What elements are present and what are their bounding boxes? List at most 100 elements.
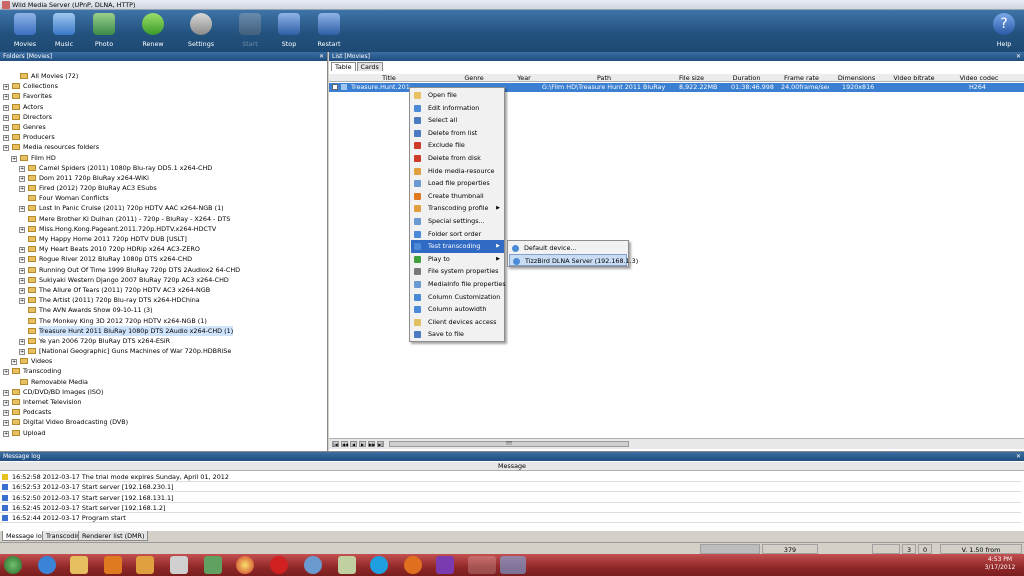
log-line[interactable]: 16:52:44 2012-03-17 Program start — [0, 513, 1021, 524]
column-header[interactable]: Year — [504, 74, 544, 82]
tree-node[interactable]: + Videos — [0, 356, 328, 366]
settings-button[interactable]: Settings — [183, 13, 219, 51]
tree-node[interactable]: Mere Brother Ki Dulhan (2011) - 720p - B… — [0, 214, 328, 224]
expand-icon[interactable]: + — [3, 114, 9, 121]
help-button[interactable]: ? Help — [986, 13, 1022, 51]
movies-button[interactable]: Movies — [7, 13, 43, 51]
tree-node[interactable]: + Media resources folders — [0, 142, 328, 152]
column-header[interactable]: Dimensions — [834, 74, 879, 82]
scroll-thumb[interactable]: !!! — [389, 441, 629, 447]
column-header[interactable]: File size — [669, 74, 714, 82]
tree-node[interactable]: Treasure Hunt 2011 BluRay 1080p DTS 2Aud… — [0, 325, 328, 336]
prev-page-icon[interactable]: ◀◀ — [341, 441, 348, 447]
tree-node[interactable]: + Lost In Panic Cruise (2011) 720p HDTV A… — [0, 203, 328, 213]
context-menu-item[interactable]: Transcoding profile ▶ — [411, 202, 504, 215]
submenu-item-default-device[interactable]: Default device... — [509, 242, 627, 254]
music-button[interactable]: Music — [46, 13, 82, 51]
tree-node[interactable]: + Internet Television — [0, 397, 328, 407]
tree-node[interactable]: + Camel Spiders (2011) 1080p Blu-ray DD5.… — [0, 163, 328, 173]
log-line[interactable]: 16:52:58 2012-03-17 The trial mode expir… — [0, 472, 1021, 482]
tree-node[interactable]: + Digital Video Broadcasting (DVB) — [0, 417, 328, 427]
log-line[interactable]: 16:52:53 2012-03-17 Start server [192.16… — [0, 482, 1021, 493]
context-menu-item[interactable]: Client devices access — [411, 316, 504, 329]
expand-icon[interactable]: + — [19, 257, 25, 264]
tree-node[interactable]: + My Heart Beats 2010 720p HDRip x264 AC3… — [0, 244, 328, 254]
tree-node[interactable]: My Happy Home 2011 720p HDTV DUB [USLT] — [0, 234, 328, 244]
close-icon[interactable]: ✕ — [1016, 52, 1021, 61]
horizontal-scrollbar[interactable]: |◀ ◀◀ ◀ ▶ ▶▶ ▶| !!! — [329, 438, 1024, 449]
wild-media-server-taskbar-button[interactable] — [500, 556, 526, 574]
column-header[interactable]: Path — [544, 74, 664, 82]
tree-node[interactable]: + Miss.Hong.Kong.Pageant.2011.720p.HDTV.x… — [0, 224, 328, 234]
expand-icon[interactable]: + — [19, 338, 25, 345]
context-menu-item[interactable]: Hide media-resource — [411, 165, 504, 178]
expand-icon[interactable]: + — [3, 145, 9, 152]
expand-icon[interactable]: + — [3, 84, 9, 91]
tree-node[interactable]: + Ye yan 2006 720p BluRay DTS x264-ESiR — [0, 336, 328, 346]
expand-icon[interactable]: + — [11, 359, 17, 366]
photo-button[interactable]: Photo — [86, 13, 122, 51]
last-page-icon[interactable]: ▶| — [377, 441, 384, 447]
tree-node[interactable]: + Directors — [0, 112, 328, 122]
tree-node[interactable]: + Podcasts — [0, 407, 328, 417]
tree-node[interactable]: + Collections — [0, 81, 328, 91]
tree-node[interactable]: All Movies (72) — [0, 71, 328, 81]
context-menu-item[interactable]: Create thumbnail — [411, 190, 504, 203]
tree-node[interactable]: + [National Geographic] Guns Machines of … — [0, 346, 328, 356]
tree-node[interactable]: The Monkey King 3D 2012 720p HDTV x264-N… — [0, 316, 328, 326]
tree-node[interactable]: + Film HD — [0, 153, 328, 163]
tree-node[interactable]: + Upload — [0, 428, 328, 438]
context-menu-item[interactable]: Play to ▶ — [411, 253, 504, 266]
yahoo-messenger-icon[interactable] — [436, 556, 454, 574]
context-menu-item[interactable]: Special settings... — [411, 215, 504, 228]
tree-node[interactable]: + Producers — [0, 132, 328, 142]
tool-icon[interactable] — [170, 556, 188, 574]
expand-icon[interactable]: + — [3, 420, 9, 427]
context-menu-item[interactable]: Select all — [411, 114, 504, 127]
context-menu-item[interactable]: File system properties — [411, 265, 504, 278]
expand-icon[interactable]: + — [19, 247, 25, 254]
tree-node[interactable]: + Transcoding — [0, 366, 328, 376]
context-menu-item[interactable]: Save to file — [411, 328, 504, 341]
context-menu-item[interactable]: Load file properties — [411, 177, 504, 190]
expand-icon[interactable]: + — [3, 400, 9, 406]
expand-icon[interactable]: + — [19, 186, 25, 193]
next-item-icon[interactable]: ▶ — [359, 441, 366, 447]
expand-icon[interactable]: + — [19, 175, 25, 182]
context-menu-item[interactable]: Delete from list — [411, 127, 504, 140]
tree-node[interactable]: + Actors — [0, 102, 328, 112]
app-icon[interactable] — [204, 556, 222, 574]
tree-node[interactable]: + Rogue River 2012 BluRay 1080p DTS x264-… — [0, 254, 328, 264]
tree-node[interactable]: + Fired (2012) 720p BluRay AC3 ESubs — [0, 183, 328, 193]
prev-item-icon[interactable]: ◀ — [350, 441, 357, 447]
outlook-icon[interactable] — [136, 556, 154, 574]
skype-icon[interactable] — [370, 556, 388, 574]
column-header[interactable]: Video bitrate — [889, 74, 939, 82]
pin-icon[interactable]: ✕ — [1016, 452, 1021, 461]
tree-node[interactable]: The AVN Awards Show 09-10-11 (3) — [0, 305, 328, 315]
tree-node[interactable]: + The Allure Of Tears (2011) 720p HDTV AC… — [0, 285, 328, 295]
log-line[interactable]: 16:52:50 2012-03-17 Start server [192.16… — [0, 493, 1021, 503]
log-line[interactable]: 16:52:45 2012-03-17 Start server [192.16… — [0, 503, 1021, 513]
system-clock[interactable]: 4:53 PM 3/17/2012 — [980, 556, 1020, 572]
message-column-header[interactable]: Message — [0, 462, 1024, 471]
expand-icon[interactable]: + — [19, 165, 25, 172]
column-header[interactable]: Genre — [449, 74, 499, 82]
context-menu-item[interactable]: Edit information — [411, 102, 504, 115]
expand-icon[interactable]: + — [3, 94, 9, 101]
expand-icon[interactable]: + — [3, 430, 9, 437]
firefox-icon[interactable] — [404, 556, 422, 574]
expand-icon[interactable]: + — [3, 124, 9, 131]
tree-node[interactable]: Four Woman Conflicts — [0, 193, 328, 203]
tree-node[interactable]: + CD/DVD/BD Images (ISO) — [0, 387, 328, 397]
context-menu-item[interactable]: Folder sort order — [411, 228, 504, 241]
submenu-item-tizzbird[interactable]: TizzBird DLNA Server (192.168.1.3) — [509, 254, 638, 266]
expand-icon[interactable]: + — [19, 277, 25, 284]
column-header[interactable]: Title — [339, 74, 439, 82]
expand-icon[interactable]: + — [19, 287, 25, 294]
expand-icon[interactable]: + — [11, 155, 17, 162]
restart-button[interactable]: Restart — [311, 13, 347, 51]
media-icon[interactable] — [304, 556, 322, 574]
tab-renderer-list[interactable]: Renderer list (DMR) — [78, 531, 149, 541]
context-menu-item[interactable]: Exclude file — [411, 139, 504, 152]
